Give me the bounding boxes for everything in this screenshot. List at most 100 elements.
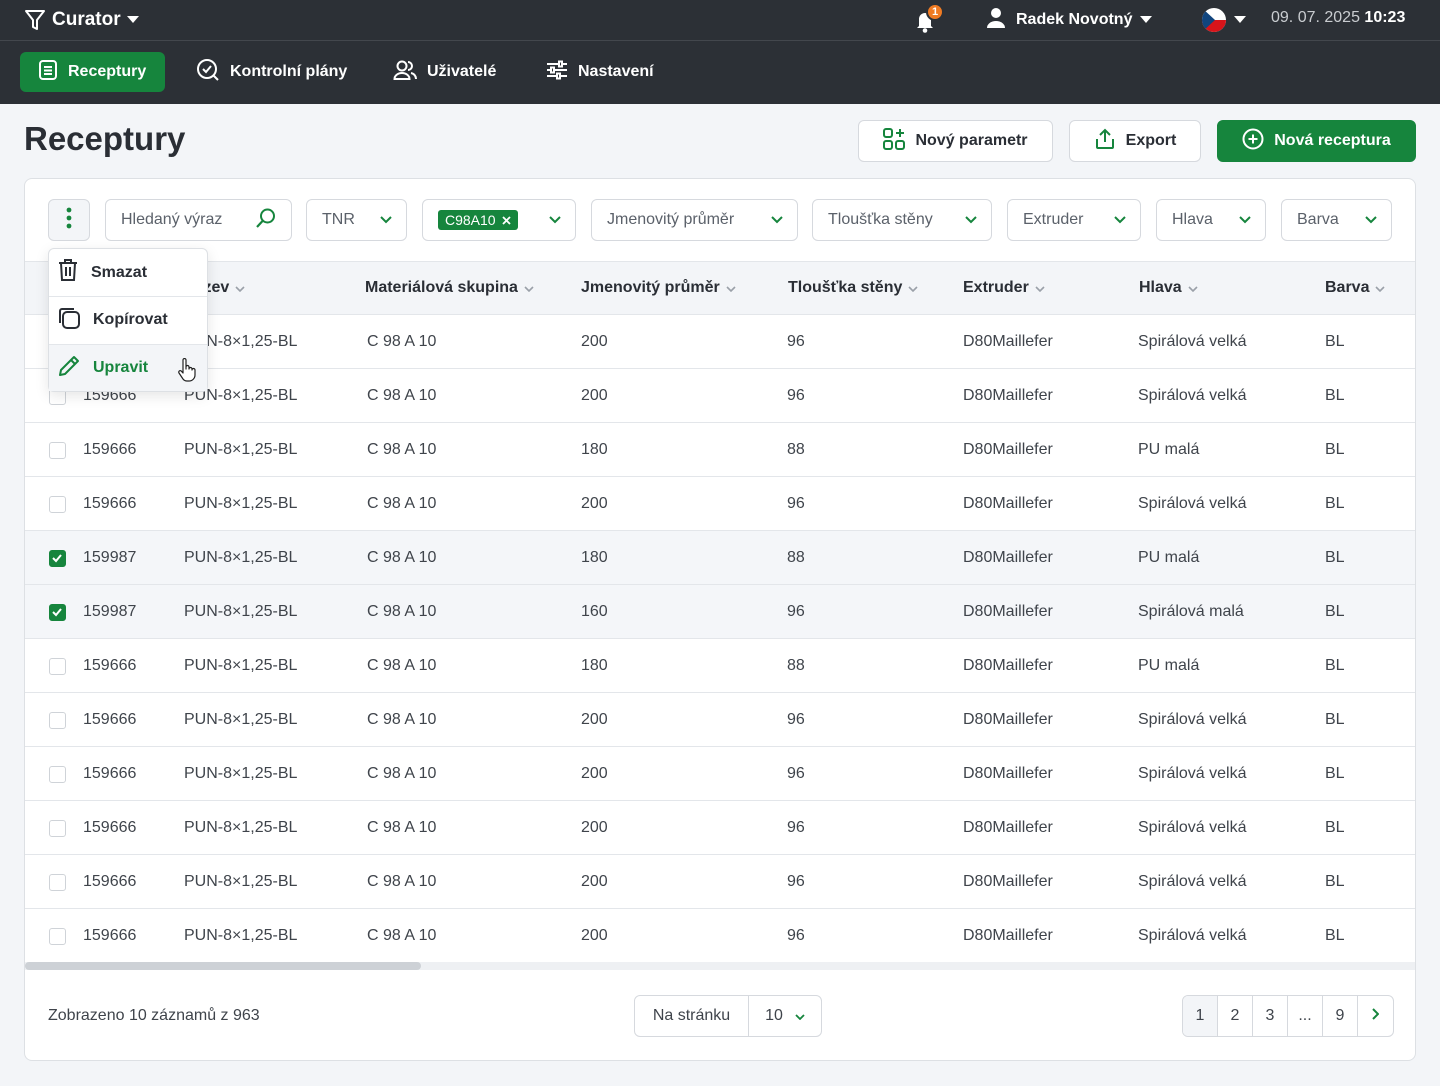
row-checkbox[interactable] xyxy=(49,928,66,945)
table-row[interactable]: 159987 PUN-8×1,25-BL C 98 A 10 160 96 D80Mail… xyxy=(25,585,1415,639)
page-button[interactable]: 2 xyxy=(1218,996,1253,1036)
cell-extruder: D80Maillefer xyxy=(963,333,1053,350)
nav-receptury[interactable]: Receptury xyxy=(20,52,165,92)
menu-label: Upravit xyxy=(93,359,149,376)
column-header-material-group[interactable]: Materiálová skupina xyxy=(365,279,534,297)
cell-extruder: D80Maillefer xyxy=(963,711,1053,728)
row-checkbox[interactable] xyxy=(49,766,66,783)
language-switcher[interactable] xyxy=(1202,7,1246,33)
column-header-head[interactable]: Hlava xyxy=(1139,279,1198,297)
cell-head: Spirálová velká xyxy=(1138,333,1247,350)
row-checkbox[interactable] xyxy=(49,712,66,729)
page-button[interactable]: 9 xyxy=(1323,996,1358,1036)
cell-extruder: D80Maillefer xyxy=(963,495,1053,512)
cell-wall-thickness: 96 xyxy=(787,711,805,728)
sliders-icon xyxy=(546,60,568,85)
close-icon[interactable] xyxy=(501,212,511,228)
table-row[interactable]: 159666 PUN-8×1,25-BL C 98 A 10 180 88 D80Mail… xyxy=(25,423,1415,477)
cell-id: 159666 xyxy=(83,873,137,890)
tnr-filter[interactable]: TNR xyxy=(306,199,407,241)
per-page-control: Na stránku 10 xyxy=(634,995,822,1037)
check-icon xyxy=(52,554,62,563)
search-field[interactable]: Hledaný výraz xyxy=(105,199,292,241)
row-checkbox[interactable] xyxy=(49,496,66,513)
cell-diameter: 200 xyxy=(581,927,608,944)
search-input[interactable]: Hledaný výraz xyxy=(121,211,222,229)
color-filter[interactable]: Barva xyxy=(1281,199,1392,241)
menu-item-copy[interactable]: Kopírovat xyxy=(49,296,207,343)
horizontal-scrollbar[interactable] xyxy=(25,962,1415,970)
filter-label: Jmenovitý průměr xyxy=(607,211,735,228)
table-row[interactable]: 159666 PUN-8×1,25-BL C 98 A 10 180 88 D80Mail… xyxy=(25,639,1415,693)
new-parameter-button[interactable]: Nový parametr xyxy=(858,120,1053,162)
scrollbar-thumb[interactable] xyxy=(25,962,421,970)
column-header-diameter[interactable]: Jmenovitý průměr xyxy=(581,279,736,297)
app-switcher[interactable]: Curator xyxy=(24,7,139,33)
czech-flag-icon xyxy=(1202,8,1226,32)
row-checkbox[interactable] xyxy=(49,820,66,837)
menu-item-delete[interactable]: Smazat xyxy=(49,249,207,296)
cell-wall-thickness: 96 xyxy=(787,603,805,620)
row-actions-button[interactable] xyxy=(48,199,90,241)
user-menu[interactable]: Radek Novotný xyxy=(984,7,1153,33)
nav-uzivatele[interactable]: Uživatelé xyxy=(375,52,514,92)
row-checkbox[interactable] xyxy=(49,658,66,675)
per-page-select[interactable]: 10 xyxy=(749,996,821,1036)
cell-id: 159666 xyxy=(83,819,137,836)
column-header-wall[interactable]: Tloušťka stěny xyxy=(788,279,918,297)
column-header-color[interactable]: Barva xyxy=(1325,279,1386,297)
cell-extruder: D80Maillefer xyxy=(963,765,1053,782)
table-row[interactable]: 159987 PUN-8×1,25-BL C 98 A 10 180 88 D80Mail… xyxy=(25,531,1415,585)
diameter-filter[interactable]: Jmenovitý průměr xyxy=(591,199,798,241)
filter-label: Hlava xyxy=(1172,211,1213,228)
row-checkbox[interactable] xyxy=(49,442,66,459)
chevron-down-icon xyxy=(380,211,392,229)
upload-icon xyxy=(1094,128,1116,155)
extruder-filter[interactable]: Extruder xyxy=(1007,199,1141,241)
grid-plus-icon xyxy=(883,127,906,155)
filter-label: TNR xyxy=(322,211,355,228)
filter-chip[interactable]: C98A10 xyxy=(438,210,518,230)
table-row[interactable]: 159666PUN-8×1,25-BLC 98 A 1020096D80Mail… xyxy=(25,315,1415,369)
row-checkbox[interactable] xyxy=(49,604,66,621)
time: 10:23 xyxy=(1364,9,1406,26)
cell-color: BL xyxy=(1325,441,1345,458)
cell-color: BL xyxy=(1325,873,1345,890)
table-row[interactable]: 159666PUN-8×1,25-BLC 98 A 1020096D80Mail… xyxy=(25,693,1415,747)
copy-icon xyxy=(57,306,81,335)
row-checkbox[interactable] xyxy=(49,550,66,567)
cell-extruder: D80Maillefer xyxy=(963,657,1053,674)
column-header-extruder[interactable]: Extruder xyxy=(963,279,1045,297)
page-button[interactable]: 3 xyxy=(1253,996,1288,1036)
chevron-down-icon xyxy=(795,1007,805,1025)
cell-head: Spirálová velká xyxy=(1138,387,1247,404)
table-row[interactable]: 159666PUN-8×1,25-BLC 98 A 1020096D80Mail… xyxy=(25,855,1415,909)
wall-thickness-filter[interactable]: Tloušťka stěny xyxy=(812,199,992,241)
cell-id: 159666 xyxy=(83,711,137,728)
cell-wall-thickness: 88 xyxy=(787,441,805,458)
cell-head: Spirálová velká xyxy=(1138,927,1247,944)
menu-label: Kopírovat xyxy=(93,311,168,328)
cell-diameter: 200 xyxy=(581,333,608,350)
cell-color: BL xyxy=(1325,927,1345,944)
table-row[interactable]: 159666PUN-8×1,25-BLC 98 A 1020096D80Mail… xyxy=(25,477,1415,531)
head-filter[interactable]: Hlava xyxy=(1156,199,1266,241)
chevron-down-icon xyxy=(1114,211,1126,229)
new-recipe-button[interactable]: Nová receptura xyxy=(1217,120,1416,162)
nav-kontrolni-plany[interactable]: Kontrolní plány xyxy=(178,52,365,92)
table-row[interactable]: 159666PUN-8×1,25-BLC 98 A 1020096D80Mail… xyxy=(25,801,1415,855)
table-row[interactable]: 159666PUN-8×1,25-BLC 98 A 1020096D80Mail… xyxy=(25,909,1415,963)
cell-name: PUN-8×1,25-BL xyxy=(184,819,298,836)
plus-circle-icon xyxy=(1242,128,1264,155)
column-label: Materiálová skupina xyxy=(365,279,518,296)
export-button[interactable]: Export xyxy=(1069,120,1201,162)
filter-label: Extruder xyxy=(1023,211,1084,228)
page-button[interactable]: 1 xyxy=(1183,996,1218,1036)
table-row[interactable]: 159666PUN-8×1,25-BLC 98 A 1020096D80Mail… xyxy=(25,747,1415,801)
cell-color: BL xyxy=(1325,765,1345,782)
row-checkbox[interactable] xyxy=(49,874,66,891)
material-group-filter[interactable]: C98A10 xyxy=(422,199,576,241)
nav-nastaveni[interactable]: Nastavení xyxy=(528,52,672,92)
table-row[interactable]: 159666PUN-8×1,25-BLC 98 A 1020096D80Mail… xyxy=(25,369,1415,423)
next-page-button[interactable] xyxy=(1358,996,1393,1036)
